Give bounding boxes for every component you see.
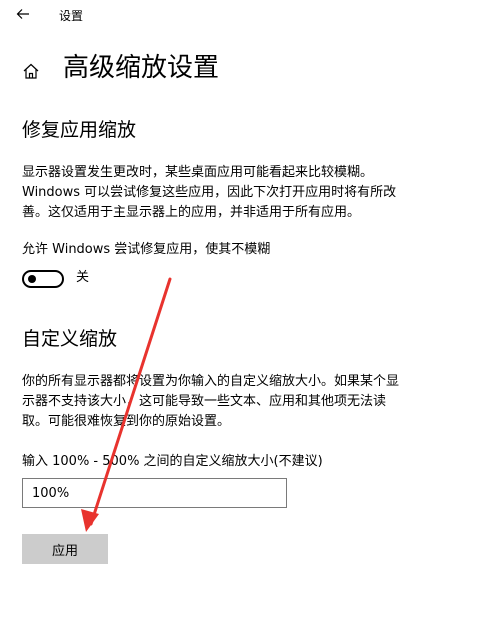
- apply-button[interactable]: 应用: [22, 534, 108, 564]
- annotation-arrow: [81, 277, 172, 532]
- home-icon: [22, 62, 40, 80]
- page-title: 高级缩放设置: [63, 53, 220, 83]
- fix-scaling-description: 显示器设置发生更改时，某些桌面应用可能看起来比较模糊。 Windows 可以尝试…: [22, 163, 447, 223]
- description-line: 你的所有显示器都将设置为你输入的自定义缩放大小。如果某个显: [22, 374, 400, 389]
- window-title: 设置: [59, 9, 84, 23]
- custom-scaling-description: 你的所有显示器都将设置为你输入的自定义缩放大小。如果某个显 示器不支持该大小，这…: [22, 372, 447, 432]
- fix-apps-toggle[interactable]: [22, 270, 64, 288]
- custom-scaling-heading: 自定义缩放: [22, 328, 118, 350]
- description-line: 显示器设置发生更改时，某些桌面应用可能看起来比较模糊。: [22, 165, 374, 180]
- toggle-state-text: 关: [76, 270, 90, 285]
- fix-apps-toggle-label: 允许 Windows 尝试修复应用，使其不模糊: [22, 242, 271, 257]
- description-line: Windows 可以尝试修复这些应用，因此下次打开应用时将有所改: [22, 185, 397, 200]
- description-line: 示器不支持该大小，这可能导致一些文本、应用和其他项无法读: [22, 394, 387, 409]
- title-bar: 设置: [0, 0, 500, 32]
- fix-scaling-heading: 修复应用缩放: [22, 119, 137, 141]
- custom-scale-input-label: 输入 100% - 500% 之间的自定义缩放大小(不建议): [22, 454, 323, 469]
- custom-scale-input[interactable]: [22, 478, 287, 508]
- back-arrow-icon[interactable]: [15, 6, 31, 22]
- description-line: 取。可能很难恢复到你的原始设置。: [22, 414, 231, 429]
- description-line: 善。这仅适用于主显示器上的应用，并非适用于所有应用。: [22, 205, 361, 220]
- toggle-knob: [28, 275, 36, 283]
